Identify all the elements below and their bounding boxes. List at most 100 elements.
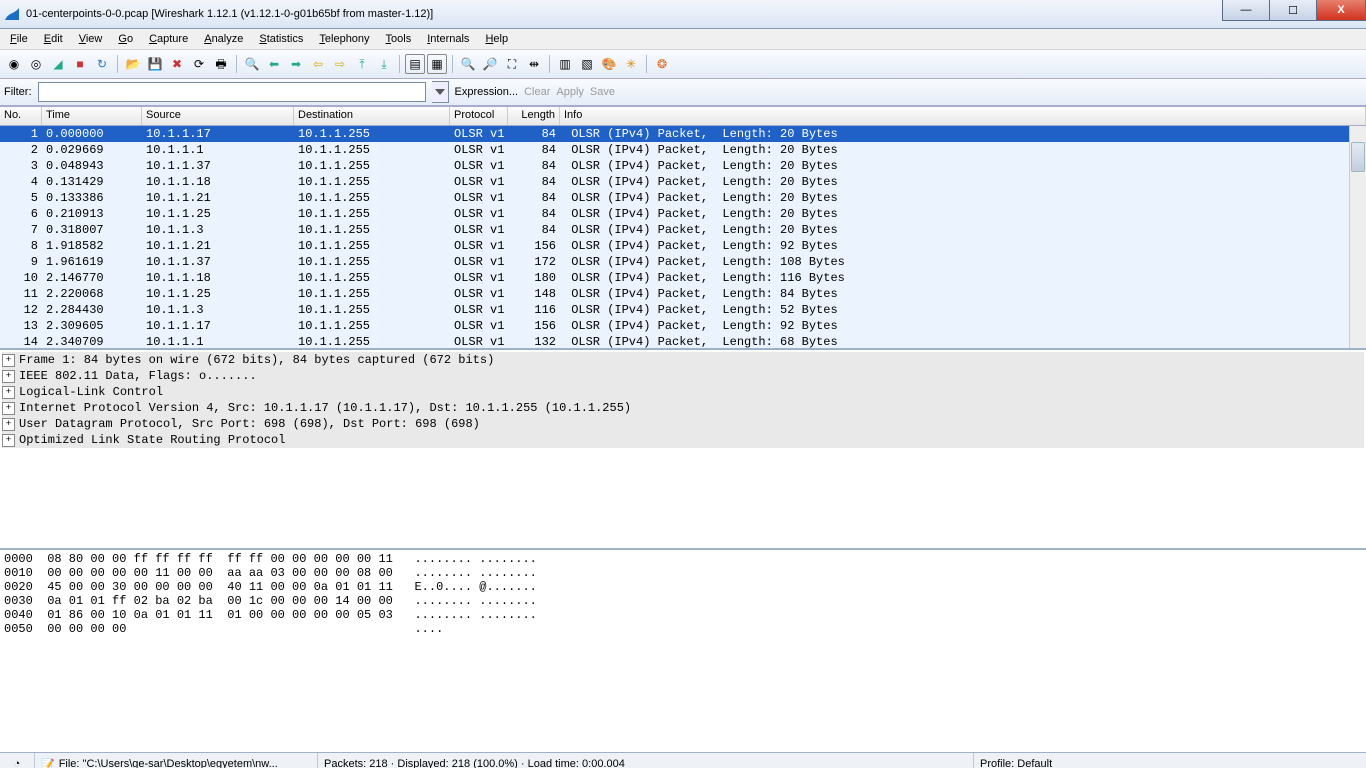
menu-analyze[interactable]: Analyze	[196, 31, 251, 47]
filter-input[interactable]	[38, 82, 426, 102]
scrollbar[interactable]	[1349, 126, 1366, 348]
interfaces-icon[interactable]: ◉	[4, 54, 24, 74]
open-icon[interactable]: 📂	[123, 54, 143, 74]
close-button[interactable]: X	[1316, 0, 1366, 21]
toolbar-sep	[399, 55, 400, 73]
stop-capture-icon[interactable]: ■	[70, 54, 90, 74]
col-info[interactable]: Info	[560, 107, 1366, 125]
table-row[interactable]: 10.00000010.1.1.1710.1.1.255OLSR v184 OL…	[0, 126, 1366, 142]
table-row[interactable]: 30.04894310.1.1.3710.1.1.255OLSR v184 OL…	[0, 158, 1366, 174]
col-time[interactable]: Time	[42, 107, 142, 125]
go-first-icon[interactable]: ⤒	[352, 54, 372, 74]
clear-button[interactable]: Clear	[524, 86, 550, 98]
coloring-rules-icon[interactable]: 🎨	[599, 54, 619, 74]
zoom-in-icon[interactable]: 🔍	[458, 54, 478, 74]
detail-row[interactable]: +IEEE 802.11 Data, Flags: o.......	[2, 368, 1364, 384]
menu-file[interactable]: File	[2, 31, 36, 47]
table-row[interactable]: 132.30960510.1.1.1710.1.1.255OLSR v1156 …	[0, 318, 1366, 334]
table-row[interactable]: 102.14677010.1.1.1810.1.1.255OLSR v1180 …	[0, 270, 1366, 286]
table-row[interactable]: 20.02966910.1.1.110.1.1.255OLSR v184 OLS…	[0, 142, 1366, 158]
detail-row[interactable]: +Internet Protocol Version 4, Src: 10.1.…	[2, 400, 1364, 416]
filter-dropdown-button[interactable]	[432, 81, 449, 103]
colorize-icon[interactable]: ▤	[405, 54, 425, 74]
table-row[interactable]: 81.91858210.1.1.2110.1.1.255OLSR v1156 O…	[0, 238, 1366, 254]
menu-tools[interactable]: Tools	[378, 31, 420, 47]
status-packets: Packets: 218 · Displayed: 218 (100.0%) ·…	[318, 753, 974, 768]
close-file-icon[interactable]: ✖	[167, 54, 187, 74]
resize-cols-icon[interactable]: ⇹	[524, 54, 544, 74]
toolbar-sep	[452, 55, 453, 73]
expand-icon[interactable]: +	[2, 354, 15, 367]
go-next-icon[interactable]: ⇨	[330, 54, 350, 74]
detail-row[interactable]: +Frame 1: 84 bytes on wire (672 bits), 8…	[2, 352, 1364, 368]
col-dst[interactable]: Destination	[294, 107, 450, 125]
display-filters-icon[interactable]: ▧	[577, 54, 597, 74]
menu-go[interactable]: Go	[110, 31, 141, 47]
menu-view[interactable]: View	[71, 31, 111, 47]
expand-icon[interactable]: +	[2, 386, 15, 399]
menu-help[interactable]: Help	[477, 31, 516, 47]
find-icon[interactable]: 🔍	[242, 54, 262, 74]
apply-button[interactable]: Apply	[556, 86, 584, 98]
status-file[interactable]: 📝File: "C:\Users\ge-sar\Desktop\egyetem\…	[35, 753, 318, 768]
zoom-reset-icon[interactable]: ⛶	[502, 54, 522, 74]
next-icon[interactable]: ➡	[286, 54, 306, 74]
detail-row[interactable]: +Optimized Link State Routing Protocol	[2, 432, 1364, 448]
packet-bytes[interactable]: 0000 08 80 00 00 ff ff ff ff ff ff 00 00…	[0, 550, 1366, 752]
table-row[interactable]: 70.31800710.1.1.310.1.1.255OLSR v184 OLS…	[0, 222, 1366, 238]
table-row[interactable]: 142.34070910.1.1.110.1.1.255OLSR v1132 O…	[0, 334, 1366, 350]
menu-edit[interactable]: Edit	[36, 31, 71, 47]
help-icon[interactable]: ❂	[652, 54, 672, 74]
toolbar-sep	[646, 55, 647, 73]
expand-icon[interactable]: +	[2, 402, 15, 415]
table-row[interactable]: 40.13142910.1.1.1810.1.1.255OLSR v184 OL…	[0, 174, 1366, 190]
menu-statistics[interactable]: Statistics	[251, 31, 311, 47]
toolbar-sep	[117, 55, 118, 73]
detail-row[interactable]: +User Datagram Protocol, Src Port: 698 (…	[2, 416, 1364, 432]
col-src[interactable]: Source	[142, 107, 294, 125]
go-last-icon[interactable]: ⤓	[374, 54, 394, 74]
capture-filters-icon[interactable]: ▥	[555, 54, 575, 74]
restart-capture-icon[interactable]: ↻	[92, 54, 112, 74]
filter-label: Filter:	[4, 86, 32, 98]
table-row[interactable]: 122.28443010.1.1.310.1.1.255OLSR v1116 O…	[0, 302, 1366, 318]
expand-icon[interactable]: +	[2, 418, 15, 431]
zoom-out-icon[interactable]: 🔎	[480, 54, 500, 74]
reload-icon[interactable]: ⟳	[189, 54, 209, 74]
detail-row[interactable]: +Logical-Link Control	[2, 384, 1364, 400]
menu-telephony[interactable]: Telephony	[311, 31, 377, 47]
packet-list-header: No. Time Source Destination Protocol Len…	[0, 106, 1366, 126]
scrollbar-thumb[interactable]	[1351, 142, 1365, 172]
table-row[interactable]: 112.22006810.1.1.2510.1.1.255OLSR v1148 …	[0, 286, 1366, 302]
options-icon[interactable]: ◎	[26, 54, 46, 74]
table-row[interactable]: 50.13338610.1.1.2110.1.1.255OLSR v184 OL…	[0, 190, 1366, 206]
minimize-button[interactable]: —	[1222, 0, 1270, 21]
expand-icon[interactable]: +	[2, 370, 15, 383]
status-profile[interactable]: Profile: Default	[974, 753, 1366, 768]
expert-info-icon[interactable]: ◔	[0, 753, 35, 768]
col-len[interactable]: Length	[508, 107, 560, 125]
menu-internals[interactable]: Internals	[419, 31, 477, 47]
maximize-button[interactable]: ☐	[1269, 0, 1317, 21]
save-icon[interactable]: 💾	[145, 54, 165, 74]
expression-button[interactable]: Expression...	[455, 86, 519, 98]
wireshark-icon	[4, 6, 20, 22]
chevron-down-icon	[435, 89, 445, 95]
col-proto[interactable]: Protocol	[450, 107, 508, 125]
packet-details[interactable]: +Frame 1: 84 bytes on wire (672 bits), 8…	[0, 350, 1366, 550]
print-icon[interactable]: 🖶	[211, 54, 231, 74]
packet-list[interactable]: 10.00000010.1.1.1710.1.1.255OLSR v184 OL…	[0, 126, 1366, 350]
toolbar-sep	[549, 55, 550, 73]
start-capture-icon[interactable]: ◢	[48, 54, 68, 74]
toolbar-sep	[236, 55, 237, 73]
autoscroll-icon[interactable]: ▦	[427, 54, 447, 74]
menu-capture[interactable]: Capture	[141, 31, 196, 47]
col-no[interactable]: No.	[0, 107, 42, 125]
go-prev-icon[interactable]: ⇦	[308, 54, 328, 74]
expand-icon[interactable]: +	[2, 434, 15, 447]
save-button[interactable]: Save	[590, 86, 615, 98]
prev-icon[interactable]: ⬅	[264, 54, 284, 74]
table-row[interactable]: 60.21091310.1.1.2510.1.1.255OLSR v184 OL…	[0, 206, 1366, 222]
table-row[interactable]: 91.96161910.1.1.3710.1.1.255OLSR v1172 O…	[0, 254, 1366, 270]
preferences-icon[interactable]: ✳	[621, 54, 641, 74]
